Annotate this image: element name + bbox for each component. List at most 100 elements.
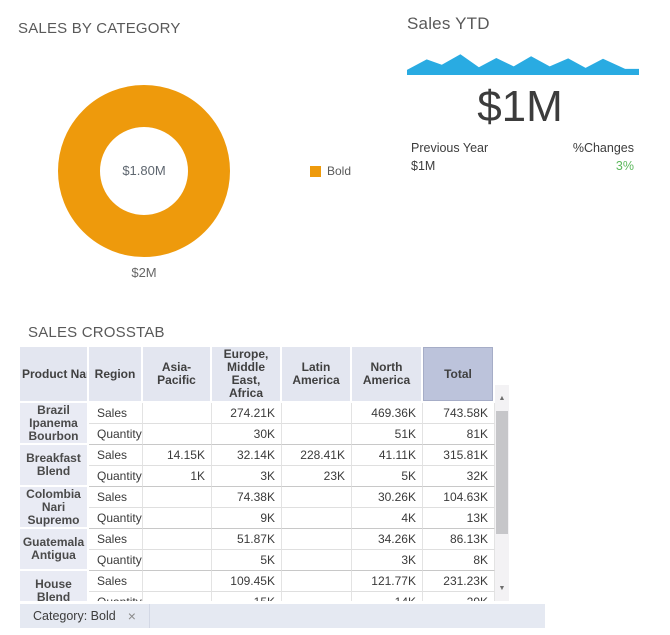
crosstab-table: Product NameRegionAsia-PacificEurope, Mi…: [20, 347, 495, 601]
value-cell: [282, 403, 352, 424]
table-row: Quantity30K51K81K: [20, 424, 495, 445]
table-row: Guatemala AntiguaSales51.87K34.26K86.13K: [20, 529, 495, 550]
value-cell: [282, 592, 352, 601]
value-cell: [143, 403, 212, 424]
crosstab-body: Brazil Ipanema BourbonSales274.21K469.36…: [20, 403, 495, 601]
value-cell: [143, 529, 212, 550]
filter-bar: Category: Bold ×: [20, 604, 545, 628]
value-cell: 14.15K: [143, 445, 212, 466]
metric-cell: Quantity: [89, 466, 143, 487]
scroll-up-button[interactable]: ▲: [495, 391, 509, 405]
sales-ytd-title: Sales YTD: [407, 14, 490, 34]
value-cell: 23K: [282, 466, 352, 487]
value-cell: 34.26K: [352, 529, 423, 550]
value-cell: [282, 529, 352, 550]
value-cell: [143, 592, 212, 601]
value-cell: [143, 508, 212, 529]
value-cell: 743.58K: [423, 403, 495, 424]
value-cell: 29K: [423, 592, 495, 601]
table-row: Quantity5K3K8K: [20, 550, 495, 571]
legend-item-bold[interactable]: Bold: [310, 164, 351, 178]
previous-year-value: $1M: [411, 159, 488, 173]
value-cell: 5K: [352, 466, 423, 487]
product-cell-colombia-nari-supremo[interactable]: Colombia Nari Supremo: [20, 487, 89, 529]
value-cell: 1K: [143, 466, 212, 487]
scroll-down-button[interactable]: ▼: [495, 581, 509, 595]
value-cell: 81K: [423, 424, 495, 445]
product-cell-brazil-ipanema-bourbon[interactable]: Brazil Ipanema Bourbon: [20, 403, 89, 445]
sales-crosstab-title: SALES CROSSTAB: [28, 324, 165, 341]
table-row: Brazil Ipanema BourbonSales274.21K469.36…: [20, 403, 495, 424]
previous-year-label: Previous Year: [411, 141, 488, 155]
value-cell: 4K: [352, 508, 423, 529]
value-cell: [282, 487, 352, 508]
legend-label: Bold: [327, 164, 351, 178]
filter-chip[interactable]: Category: Bold ×: [20, 604, 150, 628]
value-cell: 231.23K: [423, 571, 495, 592]
metric-cell: Sales: [89, 571, 143, 592]
metric-cell: Sales: [89, 403, 143, 424]
kpi-value: $1M: [400, 82, 640, 132]
pct-changes-label: %Changes: [573, 141, 634, 155]
value-cell: 121.77K: [352, 571, 423, 592]
metric-cell: Quantity: [89, 592, 143, 601]
table-row: Colombia Nari SupremoSales74.38K30.26K10…: [20, 487, 495, 508]
column-header-europe-middle-east-africa[interactable]: Europe, Middle East, Africa: [212, 347, 282, 403]
value-cell: [282, 550, 352, 571]
scrollbar-thumb[interactable]: [496, 411, 508, 534]
legend-swatch-icon: [310, 166, 321, 177]
donut-callout-label: $2M: [56, 265, 232, 280]
donut-center-label: $1.80M: [122, 163, 165, 178]
scroll-up-icon: ▲: [499, 395, 506, 402]
product-cell-guatemala-antigua[interactable]: Guatemala Antigua: [20, 529, 89, 571]
table-row: Quantity1K3K23K5K32K: [20, 466, 495, 487]
value-cell: 30K: [212, 424, 282, 445]
metric-cell: Sales: [89, 445, 143, 466]
value-cell: [143, 550, 212, 571]
value-cell: 274.21K: [212, 403, 282, 424]
column-header-total[interactable]: Total: [423, 347, 495, 403]
table-row: Quantity15K14K29K: [20, 592, 495, 601]
value-cell: [282, 424, 352, 445]
value-cell: 3K: [352, 550, 423, 571]
crosstab-header: Product NameRegionAsia-PacificEurope, Mi…: [20, 347, 495, 403]
table-row: Quantity 9K 4K13K: [20, 508, 495, 529]
metric-cell: Quantity: [89, 424, 143, 445]
value-cell: [282, 571, 352, 592]
column-header-north-america[interactable]: North America: [352, 347, 423, 403]
previous-year-block: Previous Year $1M: [411, 141, 488, 173]
value-cell: 469.36K: [352, 403, 423, 424]
pct-changes-value: 3%: [573, 159, 634, 173]
value-cell: 86.13K: [423, 529, 495, 550]
product-cell-breakfast-blend[interactable]: Breakfast Blend: [20, 445, 89, 487]
value-cell: 9K: [212, 508, 282, 529]
value-cell: 104.63K: [423, 487, 495, 508]
sparkline-area: [407, 54, 639, 75]
column-header-asia-pacific[interactable]: Asia-Pacific: [143, 347, 212, 403]
column-header-product-name[interactable]: Product Name: [20, 347, 89, 403]
value-cell: [143, 424, 212, 445]
metric-cell: Quantity: [89, 508, 143, 529]
product-cell-house-blend[interactable]: House Blend: [20, 571, 89, 601]
value-cell: 41.11K: [352, 445, 423, 466]
value-cell: 109.45K: [212, 571, 282, 592]
value-cell: 5K: [212, 550, 282, 571]
value-cell: 13K: [423, 508, 495, 529]
value-cell: [143, 571, 212, 592]
value-cell: 3K: [212, 466, 282, 487]
vertical-scrollbar[interactable]: ▲ ▼: [495, 385, 509, 601]
close-icon[interactable]: ×: [128, 609, 136, 623]
value-cell: [282, 508, 352, 529]
value-cell: 8K: [423, 550, 495, 571]
table-row: Breakfast BlendSales14.15K32.14K228.41K4…: [20, 445, 495, 466]
value-cell: 74.38K: [212, 487, 282, 508]
scroll-down-icon: ▼: [499, 585, 506, 592]
pct-changes-block: %Changes 3%: [573, 141, 634, 173]
donut-chart[interactable]: $1.80M: [56, 83, 232, 259]
column-header-region[interactable]: Region: [89, 347, 143, 403]
filter-chip-label: Category: Bold: [33, 609, 116, 623]
column-header-latin-america[interactable]: Latin America: [282, 347, 352, 403]
table-row: House BlendSales109.45K121.77K231.23K: [20, 571, 495, 592]
value-cell: 32K: [423, 466, 495, 487]
metric-cell: Sales: [89, 487, 143, 508]
